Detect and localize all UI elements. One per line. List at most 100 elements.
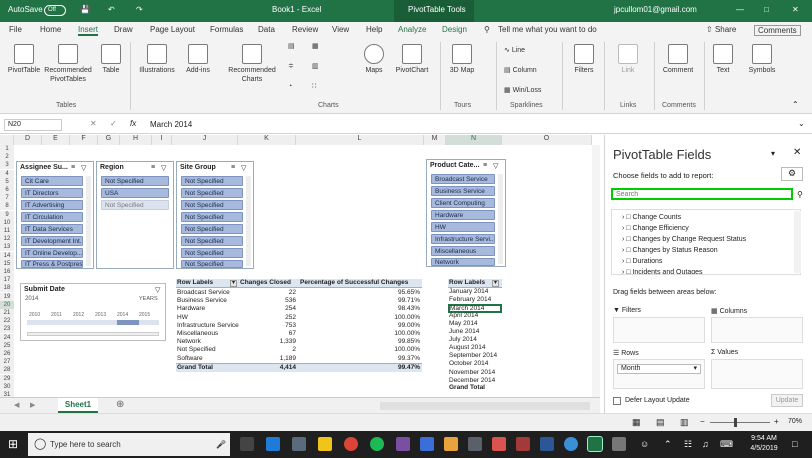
slicer-scrollbar[interactable]: [86, 176, 91, 266]
fx-icon[interactable]: fx: [130, 119, 136, 128]
clear-filter-icon[interactable]: ▽: [241, 164, 246, 172]
slicer-item[interactable]: Cit Care: [21, 176, 83, 186]
values-drop-area[interactable]: [711, 359, 803, 389]
zoom-level[interactable]: 70%: [788, 418, 802, 425]
row-header[interactable]: 18: [0, 284, 14, 293]
month-row[interactable]: July 2014: [449, 336, 477, 344]
app-icon[interactable]: [396, 437, 410, 451]
field-list-item[interactable]: › □ Incidents and Outages: [622, 269, 703, 274]
tab-formulas[interactable]: Formulas: [210, 25, 243, 34]
row-header[interactable]: 26: [0, 350, 14, 358]
name-box[interactable]: N20: [4, 119, 62, 131]
column-header[interactable]: H: [120, 135, 152, 145]
comment-button[interactable]: Comment: [660, 44, 696, 75]
pivot-row-label[interactable]: Miscellaneous: [177, 330, 218, 338]
windows-start-icon[interactable]: ⊞: [8, 437, 18, 451]
row-header[interactable]: 5: [0, 177, 14, 186]
statistic-chart-icon[interactable]: ▥: [312, 62, 319, 71]
line-chart-icon[interactable]: ≑: [288, 62, 294, 71]
timeline-unit-dropdown[interactable]: YEARS: [139, 296, 158, 302]
app-icon[interactable]: [516, 437, 530, 451]
row-header-active[interactable]: 20: [0, 300, 14, 309]
row-header[interactable]: 13: [0, 243, 14, 252]
slicer-item[interactable]: Broadcast Service: [431, 174, 495, 184]
pivot-row-label[interactable]: Business Service: [177, 297, 227, 305]
sparkline-column-button[interactable]: ▤ Column: [504, 66, 537, 75]
pivot-total-count[interactable]: 4,414: [240, 364, 296, 372]
column-header[interactable]: M: [424, 135, 446, 145]
columns-drop-area[interactable]: [711, 317, 803, 343]
timeline-track[interactable]: [27, 320, 159, 325]
share-button[interactable]: ⇧ Share: [706, 25, 736, 34]
row-header[interactable]: 12: [0, 235, 14, 244]
enter-icon[interactable]: ✓: [110, 119, 117, 128]
timeline-scrollbar[interactable]: [27, 332, 159, 336]
slicer-scrollbar[interactable]: [498, 174, 503, 264]
tell-me-input[interactable]: Tell me what you want to do: [498, 25, 597, 34]
task-view-icon[interactable]: [240, 437, 254, 451]
row-header[interactable]: 17: [0, 276, 14, 285]
row-header[interactable]: 8: [0, 202, 14, 211]
field-search-input[interactable]: [611, 188, 793, 200]
column-header[interactable]: J: [172, 135, 238, 145]
slicer-item[interactable]: USA: [101, 188, 169, 198]
timeline-submit-date[interactable]: Submit Date ▽ 2014 YEARS 2010 2011 2012 …: [20, 283, 166, 341]
prev-sheet-icon[interactable]: ◀: [14, 401, 19, 409]
gear-icon[interactable]: ⚙: [781, 167, 803, 181]
row-header[interactable]: 23: [0, 325, 14, 334]
save-icon[interactable]: 💾: [80, 5, 90, 14]
row-header[interactable]: 28: [0, 366, 14, 375]
month-row[interactable]: November 2014: [449, 369, 495, 377]
tab-view[interactable]: View: [332, 25, 349, 34]
month-row[interactable]: February 2014: [449, 296, 491, 304]
pivot-row-count[interactable]: 1,189: [240, 355, 296, 363]
slicer-item[interactable]: Not Specified: [181, 200, 243, 210]
pivot-row-pct[interactable]: 95.65%: [300, 289, 420, 297]
field-list[interactable]: › □ Change Counts › □ Change Efficiency › …: [611, 209, 801, 275]
pivotchart-button[interactable]: PivotChart: [392, 44, 432, 75]
pivot-row-label[interactable]: Hardware: [177, 305, 205, 313]
pivot-total-pct[interactable]: 99.47%: [300, 364, 420, 372]
column-header[interactable]: L: [296, 135, 424, 145]
slicer-item[interactable]: Not Specified: [181, 248, 243, 258]
app-icon[interactable]: [492, 437, 506, 451]
sparkline-winloss-button[interactable]: ▦ Win/Loss: [504, 86, 541, 95]
row-header[interactable]: 16: [0, 268, 14, 276]
app-icon[interactable]: [564, 437, 578, 451]
zoom-in-icon[interactable]: +: [774, 417, 779, 426]
pivot-row-label[interactable]: Infrastructure Service: [177, 322, 239, 330]
addins-button[interactable]: Add-ins: [182, 44, 214, 75]
scatter-chart-icon[interactable]: ∷: [312, 82, 316, 91]
sparkline-line-button[interactable]: ∿ Line: [504, 46, 525, 55]
row-header[interactable]: 2: [0, 153, 14, 162]
pivot-row-pct[interactable]: 100.00%: [300, 330, 420, 338]
column-header[interactable]: G: [98, 135, 120, 145]
column-header[interactable]: O: [502, 135, 592, 145]
pivot-row-pct[interactable]: 99.37%: [300, 355, 420, 363]
multiselect-icon[interactable]: ≡: [151, 164, 155, 171]
pivot-row-pct[interactable]: 100.00%: [300, 346, 420, 354]
row-header[interactable]: 25: [0, 341, 14, 350]
slicer-item[interactable]: IT Advertising: [21, 200, 83, 210]
close-icon[interactable]: ✕: [792, 5, 799, 14]
pivot-row-pct[interactable]: 100.00%: [300, 314, 420, 322]
row-header[interactable]: 7: [0, 194, 14, 203]
pivot-row-label[interactable]: HW: [177, 314, 188, 322]
pivot-row-pct[interactable]: 99.85%: [300, 338, 420, 346]
field-list-item[interactable]: › □ Change Counts: [622, 214, 681, 221]
expand-formula-icon[interactable]: ⌄: [798, 119, 805, 128]
volume-icon[interactable]: ♫: [702, 439, 709, 449]
row-header[interactable]: 14: [0, 251, 14, 260]
cancel-icon[interactable]: ✕: [90, 119, 97, 128]
people-icon[interactable]: ☺: [640, 439, 649, 449]
select-all-corner[interactable]: [0, 135, 14, 145]
page-break-view-icon[interactable]: ▥: [680, 417, 689, 428]
slicer-assignee[interactable]: Assignee Su... ≡ ▽ Cit Care IT Directors…: [16, 161, 94, 269]
column-header[interactable]: K: [238, 135, 296, 145]
next-sheet-icon[interactable]: ▶: [30, 401, 35, 409]
slicer-item[interactable]: IT Development Int...: [21, 236, 83, 246]
slicer-product-category[interactable]: Product Cate... ≡ ▽ Broadcast Service Bu…: [426, 159, 506, 267]
row-header[interactable]: 4: [0, 169, 14, 178]
keyboard-icon[interactable]: ⌨: [720, 439, 733, 450]
slicer-item[interactable]: HW: [431, 222, 495, 232]
